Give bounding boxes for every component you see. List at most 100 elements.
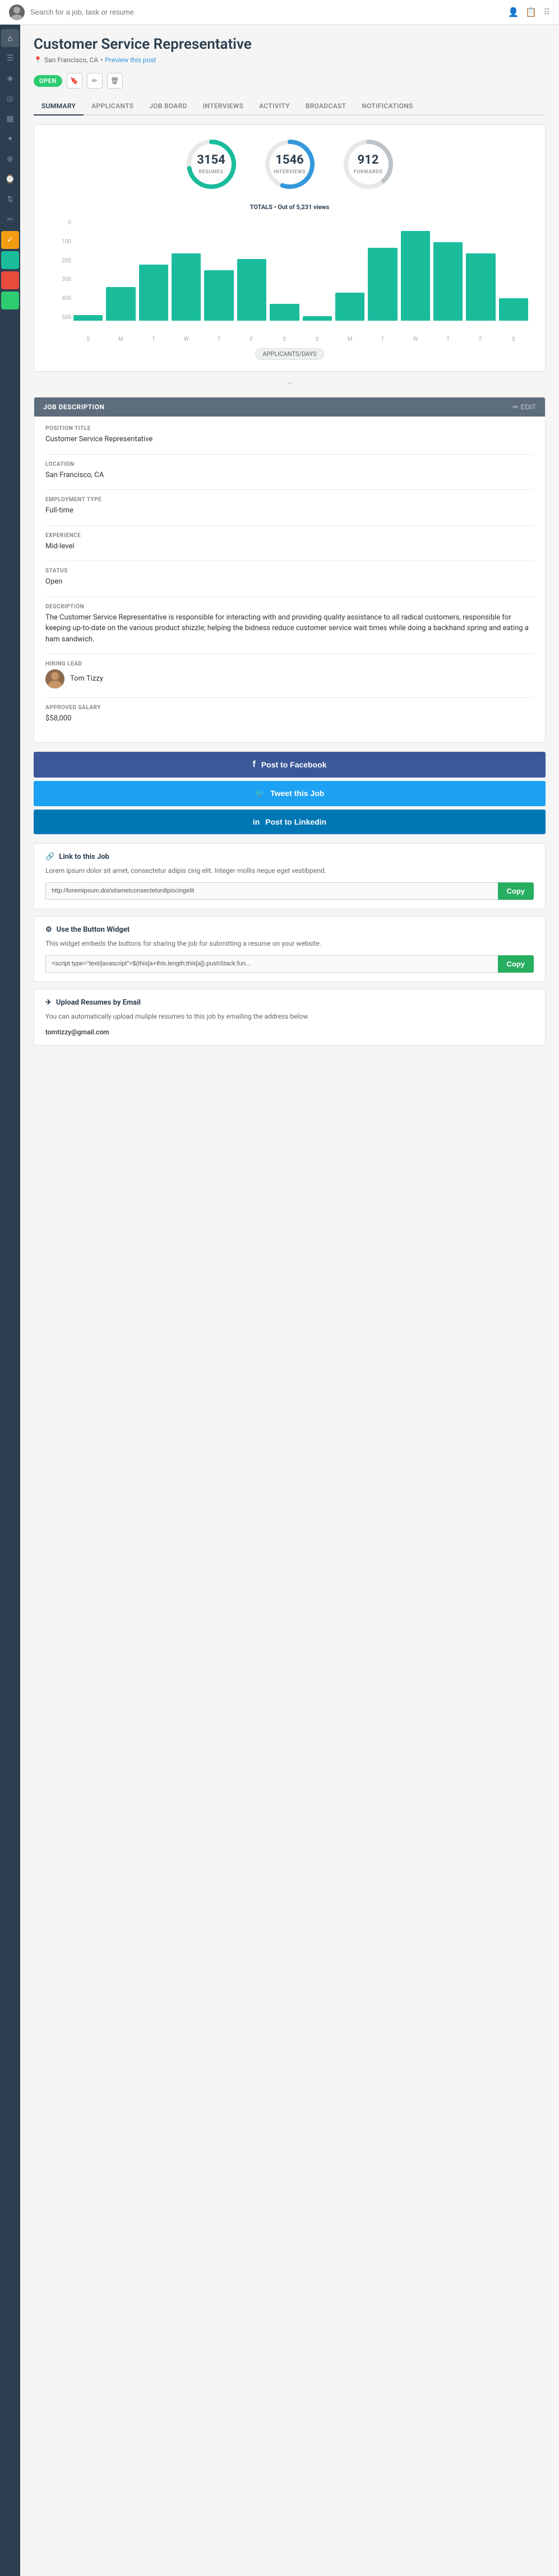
hiring-lead: Tom Tizzy bbox=[45, 669, 534, 688]
sidebar-item-green[interactable] bbox=[1, 292, 19, 309]
preview-link[interactable]: Preview this post bbox=[105, 56, 156, 64]
field-employment-type: Employment Type Full-time bbox=[45, 497, 534, 516]
user-icon[interactable]: 👤 bbox=[507, 7, 519, 17]
linkedin-icon: in bbox=[253, 817, 260, 826]
bar-t3 bbox=[368, 248, 397, 321]
status-bar: OPEN 🔖 ✏ 🗑 bbox=[34, 73, 546, 89]
tab-broadcast[interactable]: Broadcast bbox=[298, 98, 354, 115]
bar-f1 bbox=[237, 259, 266, 321]
bar-s2 bbox=[270, 304, 299, 321]
main-content: Customer Service Representative 📍 San Fr… bbox=[20, 25, 559, 2576]
sidebar-item-scissors[interactable]: ✂ bbox=[1, 211, 19, 229]
email-section-desc: You can automatically upload muliple res… bbox=[45, 1011, 534, 1021]
email-section: ✈ Upload Resumes by Email You can automa… bbox=[34, 989, 546, 1046]
sidebar-item-clock[interactable]: ⌚ bbox=[1, 170, 19, 188]
sidebar-item-star[interactable]: ✦ bbox=[1, 130, 19, 148]
link-input[interactable] bbox=[45, 882, 498, 900]
jd-edit-button[interactable]: ✏ EDIT bbox=[513, 403, 536, 411]
stats-row: 3154 Resumes 1546 Intervie bbox=[45, 136, 534, 192]
tab-notifications[interactable]: Notifications bbox=[354, 98, 421, 115]
experience-value: Mid-level bbox=[45, 541, 534, 552]
edit-button[interactable]: ✏ bbox=[87, 73, 103, 89]
bar-s1 bbox=[73, 315, 103, 321]
link-icon: 🔗 bbox=[45, 853, 54, 861]
page-title: Customer Service Representative bbox=[34, 36, 546, 53]
nav-icons: 👤 📋 ⠿ bbox=[507, 7, 550, 17]
email-section-title: ✈ Upload Resumes by Email bbox=[45, 998, 534, 1007]
bar-m2 bbox=[335, 293, 364, 321]
bookmark-button[interactable]: 🔖 bbox=[67, 73, 82, 89]
widget-title-text: Use the Button Widget bbox=[57, 926, 130, 934]
chart-area: 500 400 300 200 100 0 bbox=[51, 220, 528, 332]
page-subtitle: 📍 San Francisco, CA • Preview this post bbox=[34, 56, 546, 64]
description-value: The Customer Service Representative is r… bbox=[45, 612, 534, 645]
page-header: Customer Service Representative 📍 San Fr… bbox=[34, 36, 546, 64]
status-value: Open bbox=[45, 576, 534, 588]
edit-label: EDIT bbox=[521, 403, 536, 411]
sidebar-item-circle[interactable]: ◎ bbox=[1, 90, 19, 108]
divider-arrow: ⌃ bbox=[34, 381, 546, 392]
sidebar-item-home[interactable]: ⌂ bbox=[1, 29, 19, 47]
x-labels: S M T W T F S S M T W T F S bbox=[51, 336, 528, 343]
y-axis: 500 400 300 200 100 0 bbox=[51, 220, 71, 321]
resumes-stat: 3154 Resumes bbox=[183, 136, 239, 192]
tab-activity[interactable]: Activity bbox=[251, 98, 298, 115]
position-title-value: Customer Service Representative bbox=[45, 434, 534, 445]
tab-summary[interactable]: Summary bbox=[34, 98, 84, 115]
status-badge: OPEN bbox=[34, 75, 62, 87]
interviews-label: Interviews bbox=[274, 169, 306, 175]
forwards-label: Forwards bbox=[354, 169, 383, 175]
location-value: San Francisco, CA bbox=[45, 470, 534, 481]
widget-copy-button[interactable]: Copy bbox=[498, 955, 534, 973]
sidebar-item-arrows[interactable]: ⇅ bbox=[1, 191, 19, 209]
widget-section-desc: This widget embeds the buttons for shari… bbox=[45, 938, 534, 949]
resumes-circle: 3154 Resumes bbox=[183, 136, 239, 192]
chart-container: 500 400 300 200 100 0 bbox=[45, 220, 534, 360]
widget-input[interactable] bbox=[45, 955, 498, 973]
widget-section-title: ⚙ Use the Button Widget bbox=[45, 926, 534, 934]
twitter-share-button[interactable]: 🐦 Tweet this Job bbox=[34, 781, 546, 806]
totals-label: TOTALS • Out of bbox=[250, 204, 297, 211]
bar-f2 bbox=[466, 253, 495, 321]
stats-card: 3154 Resumes 1546 Intervie bbox=[34, 124, 546, 372]
bar-s3 bbox=[303, 316, 332, 321]
salary-value: $58,000 bbox=[45, 713, 534, 724]
tab-interviews[interactable]: Interviews bbox=[195, 98, 251, 115]
email-address: tomtizzy@gmail.com bbox=[45, 1028, 534, 1036]
tab-job-board[interactable]: Job Board bbox=[141, 98, 195, 115]
facebook-share-button[interactable]: f Post to Facebook bbox=[34, 752, 546, 778]
sidebar-item-menu[interactable]: ☰ bbox=[1, 49, 19, 67]
widget-copy-row: Copy bbox=[45, 955, 534, 973]
sidebar-item-grid[interactable]: ▦ bbox=[1, 110, 19, 128]
separator: • bbox=[100, 56, 103, 64]
interviews-circle: 1546 Interviews bbox=[262, 136, 318, 192]
chart-badge: APPLICANTS/DAYS bbox=[255, 348, 324, 360]
hiring-lead-name: Tom Tizzy bbox=[70, 673, 103, 685]
linkedin-label: Post to Linkedin bbox=[265, 817, 326, 826]
document-icon[interactable]: 📋 bbox=[525, 7, 537, 17]
sidebar-item-red[interactable] bbox=[1, 271, 19, 289]
forwards-circle: 912 Forwards bbox=[340, 136, 396, 192]
search-input[interactable] bbox=[30, 8, 507, 16]
sidebar-item-diamond[interactable]: ◈ bbox=[1, 70, 19, 87]
interviews-value: 1546 bbox=[274, 153, 306, 167]
twitter-label: Tweet this Job bbox=[270, 789, 324, 798]
facebook-icon: f bbox=[252, 760, 255, 770]
link-section-title: 🔗 Link to this Job bbox=[45, 853, 534, 861]
field-location: Location San Francisco, CA bbox=[45, 461, 534, 481]
employment-type-value: Full-time bbox=[45, 505, 534, 516]
sidebar-item-check[interactable]: ✓ bbox=[1, 231, 19, 249]
field-hiring-lead: Hiring Lead Tom Tizzy bbox=[45, 661, 534, 688]
delete-button[interactable]: 🗑 bbox=[107, 73, 123, 89]
social-share: f Post to Facebook 🐦 Tweet this Job in P… bbox=[34, 752, 546, 834]
link-copy-button[interactable]: Copy bbox=[498, 882, 534, 900]
grid-icon[interactable]: ⠿ bbox=[543, 7, 550, 17]
email-icon: ✈ bbox=[45, 998, 52, 1007]
tab-applicants[interactable]: Applicants bbox=[84, 98, 141, 115]
bar-t4 bbox=[433, 242, 463, 321]
tabs: Summary Applicants Job Board Interviews … bbox=[34, 98, 546, 115]
sidebar-item-plus[interactable]: ⊕ bbox=[1, 150, 19, 168]
widget-icon: ⚙ bbox=[45, 926, 52, 934]
sidebar-item-teal[interactable] bbox=[1, 251, 19, 269]
linkedin-share-button[interactable]: in Post to Linkedin bbox=[34, 810, 546, 834]
